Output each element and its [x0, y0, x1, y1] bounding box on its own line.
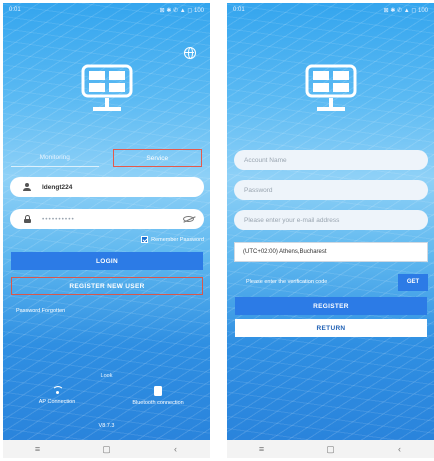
- android-nav-bar: ≡ ▢ ‹: [3, 440, 210, 458]
- checkbox-icon[interactable]: [141, 236, 149, 243]
- return-button[interactable]: RETURN: [235, 319, 427, 337]
- username-value: ldengt224: [42, 183, 73, 191]
- home-nav-button[interactable]: ▢: [92, 444, 122, 455]
- remember-label: Remember Password: [151, 236, 204, 243]
- register-new-user-button[interactable]: REGISTER NEW USER: [11, 277, 203, 295]
- timezone-select[interactable]: (UTC+02:00) Athens,Bucharest: [234, 242, 428, 262]
- app-version: V8.7.3: [98, 423, 115, 429]
- solar-panel-logo-icon: [305, 64, 356, 111]
- password-input[interactable]: Password: [234, 180, 428, 200]
- account-name-input[interactable]: Account Name: [234, 150, 428, 170]
- verification-row: Please enter the verification code GET: [234, 273, 428, 291]
- bluetooth-connection-label: Bluetooth connection: [132, 400, 184, 406]
- password-forgotten-link[interactable]: Password Forgotten: [16, 308, 65, 314]
- home-nav-button[interactable]: ▢: [316, 444, 346, 455]
- phone-screen-login: 0:01 ⊠ ✱ ✆ ▲ ◻ 100 Monitoring Service ld…: [3, 3, 210, 458]
- back-nav-button[interactable]: ‹: [161, 444, 191, 454]
- ap-connection-label: AP Connection: [38, 399, 76, 405]
- tab-service[interactable]: Service: [112, 149, 202, 167]
- email-input[interactable]: Please enter your e-mail address: [234, 210, 428, 230]
- register-button[interactable]: REGISTER: [235, 297, 427, 315]
- menu-nav-button[interactable]: ≡: [23, 444, 53, 454]
- bluetooth-device-icon: [154, 386, 162, 396]
- password-field[interactable]: ••••••••••: [10, 209, 204, 229]
- back-nav-button[interactable]: ‹: [385, 444, 415, 454]
- eye-off-icon[interactable]: [183, 216, 194, 222]
- status-icons: ⊠ ✱ ✆ ▲ ◻ 100: [159, 7, 204, 14]
- account-name-placeholder: Account Name: [244, 156, 287, 164]
- email-placeholder: Please enter your e-mail address: [244, 216, 340, 224]
- status-bar: 0:01 ⊠ ✱ ✆ ▲ ◻ 100: [227, 3, 434, 17]
- globe-icon[interactable]: [184, 47, 196, 59]
- password-placeholder: Password: [244, 186, 273, 194]
- status-time: 0:01: [233, 7, 245, 13]
- user-icon: [20, 183, 34, 191]
- mode-tabs: Monitoring Service: [11, 149, 202, 167]
- tab-monitoring[interactable]: Monitoring: [11, 149, 99, 167]
- verification-code-input[interactable]: Please enter the verification code: [234, 279, 398, 285]
- wifi-icon: [52, 386, 64, 394]
- status-time: 0:01: [9, 7, 21, 13]
- login-button[interactable]: LOGIN: [11, 252, 203, 270]
- get-code-button[interactable]: GET: [398, 273, 428, 291]
- lock-icon: [20, 215, 34, 223]
- username-field[interactable]: ldengt224: [10, 177, 204, 197]
- solar-panel-logo-icon: [81, 64, 132, 111]
- password-value: ••••••••••: [42, 215, 75, 223]
- menu-nav-button[interactable]: ≡: [247, 444, 277, 454]
- look-label[interactable]: Look: [3, 373, 210, 379]
- bluetooth-connection-button[interactable]: Bluetooth connection: [118, 386, 198, 406]
- status-bar: 0:01 ⊠ ✱ ✆ ▲ ◻ 100: [3, 3, 210, 17]
- phone-screen-register: 0:01 ⊠ ✱ ✆ ▲ ◻ 100 Account Name Password…: [227, 3, 434, 458]
- ap-connection-button[interactable]: AP Connection: [17, 386, 97, 405]
- android-nav-bar: ≡ ▢ ‹: [227, 440, 434, 458]
- remember-password[interactable]: Remember Password: [141, 236, 204, 243]
- status-icons: ⊠ ✱ ✆ ▲ ◻ 100: [383, 7, 428, 14]
